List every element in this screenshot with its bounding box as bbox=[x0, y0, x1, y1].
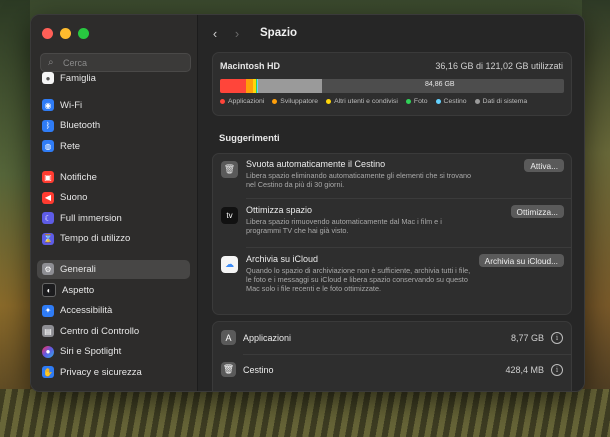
accessibility-icon: ✦ bbox=[42, 304, 54, 317]
trash-icon: 🗑 bbox=[221, 161, 238, 178]
legend-item: Cestino bbox=[435, 98, 467, 105]
legend-item: Dati di sistema bbox=[474, 98, 528, 105]
screen-time-icon: ⌛ bbox=[42, 232, 54, 245]
search-placeholder: Cerca bbox=[63, 57, 88, 68]
sidebar-item-privacy-sicurezza[interactable]: ✋ Privacy e sicurezza bbox=[31, 362, 197, 383]
wallpaper-left bbox=[0, 0, 30, 437]
zoom-button[interactable] bbox=[78, 28, 89, 39]
minimize-button[interactable] bbox=[60, 28, 71, 39]
legend-item: Altri utenti e condivisi bbox=[326, 98, 398, 105]
storage-segment-5 bbox=[258, 79, 323, 93]
wallpaper-right bbox=[582, 0, 610, 437]
sidebar-item-rete[interactable]: ◍ Rete bbox=[31, 136, 197, 157]
legend-dot bbox=[405, 99, 411, 104]
legend-dot bbox=[474, 99, 480, 104]
forward-button[interactable]: › bbox=[228, 26, 246, 41]
sidebar-item-accessibilita[interactable]: ✦ Accessibilità bbox=[31, 300, 197, 321]
disk-name: Macintosh HD bbox=[220, 61, 281, 71]
legend-item: Foto bbox=[405, 98, 428, 105]
notifications-icon: ▣ bbox=[42, 171, 54, 184]
legend-dot bbox=[220, 99, 225, 104]
sidebar-item-aspetto[interactable]: ◐ Aspetto bbox=[31, 280, 197, 301]
main-pane: ‹ › Spazio Macintosh HD 36,16 GB di 121,… bbox=[198, 15, 584, 391]
siri-icon: ● bbox=[42, 345, 54, 358]
window-controls bbox=[42, 28, 89, 39]
enable-button[interactable]: Attiva... bbox=[524, 159, 564, 172]
sidebar-item-generali[interactable]: ⚙ Generali bbox=[31, 259, 197, 280]
store-in-icloud-button[interactable]: Archivia su iCloud... bbox=[478, 254, 564, 267]
legend-label: Foto bbox=[413, 98, 428, 105]
legend-dot bbox=[272, 99, 278, 104]
info-icon[interactable]: i bbox=[551, 364, 563, 376]
icloud-icon: ☁ bbox=[221, 256, 238, 273]
storage-bar: 84,86 GB bbox=[220, 79, 564, 93]
suggestions-title: Suggerimenti bbox=[219, 133, 280, 144]
free-space-label: 84,86 GB bbox=[425, 81, 455, 88]
trash-icon: 🗑 bbox=[221, 362, 236, 377]
disk-card: Macintosh HD 36,16 GB di 121,02 GB utili… bbox=[212, 52, 572, 116]
sidebar-item-famiglia[interactable]: ● Famiglia bbox=[31, 71, 197, 85]
legend-label: Altri utenti e condivisi bbox=[334, 98, 398, 105]
sidebar-item-centro-di-controllo[interactable]: ▤ Centro di Controllo bbox=[31, 321, 197, 342]
sidebar-item-suono[interactable]: ◀ Suono bbox=[31, 187, 197, 208]
sound-icon: ◀ bbox=[42, 191, 54, 204]
storage-legend: Applicazioni Sviluppatore Altri utenti e c… bbox=[220, 98, 527, 105]
sidebar-item-full-immersion[interactable]: ☾ Full immersion bbox=[31, 208, 197, 229]
sidebar-item-notifiche[interactable]: ▣ Notifiche bbox=[31, 167, 197, 188]
search-input[interactable]: ⌕ Cerca bbox=[40, 53, 191, 72]
settings-window: ⌕ Cerca ● Famiglia ◉ Wi-Fi ᛒ Bluetooth ◍… bbox=[30, 14, 585, 392]
category-row-applicazioni[interactable]: A Applicazioni 8,77 GB i bbox=[213, 324, 571, 352]
sidebar-item-bluetooth[interactable]: ᛒ Bluetooth bbox=[31, 116, 197, 137]
close-button[interactable] bbox=[42, 28, 53, 39]
appearance-icon: ◐ bbox=[42, 283, 56, 298]
wallpaper-vineyard bbox=[0, 389, 610, 437]
toolbar: ‹ › Spazio bbox=[198, 15, 584, 51]
sidebar-list: ● Famiglia ◉ Wi-Fi ᛒ Bluetooth ◍ Rete ▣ … bbox=[31, 71, 197, 383]
categories-card: A Applicazioni 8,77 GB i 🗑 Cestino 428,4… bbox=[212, 321, 572, 391]
family-icon: ● bbox=[42, 72, 54, 84]
bluetooth-icon: ᛒ bbox=[42, 119, 54, 132]
legend-label: Cestino bbox=[443, 98, 467, 105]
search-icon: ⌕ bbox=[48, 57, 54, 68]
gear-icon: ⚙ bbox=[42, 263, 54, 276]
page-title: Spazio bbox=[260, 27, 298, 39]
legend-label: Sviluppatore bbox=[280, 98, 319, 105]
legend-label: Applicazioni bbox=[228, 98, 265, 105]
network-icon: ◍ bbox=[42, 140, 54, 153]
legend-item: Applicazioni bbox=[220, 98, 264, 105]
sidebar-item-tempo-di-utilizzo[interactable]: ⌛ Tempo di utilizzo bbox=[31, 229, 197, 250]
disk-usage: 36,16 GB di 121,02 GB utilizzati bbox=[435, 61, 563, 71]
control-center-icon: ▤ bbox=[42, 325, 54, 338]
back-button[interactable]: ‹ bbox=[206, 26, 224, 41]
suggestions-card: 🗑 Svuota automaticamente il Cestino Libe… bbox=[212, 153, 572, 315]
legend-dot bbox=[326, 99, 332, 104]
legend-dot bbox=[435, 99, 441, 104]
info-icon[interactable]: i bbox=[551, 332, 563, 344]
wifi-icon: ◉ bbox=[42, 99, 54, 112]
privacy-icon: ✋ bbox=[42, 366, 54, 379]
apple-tv-icon: tv bbox=[221, 207, 238, 224]
storage-segment-1 bbox=[245, 79, 254, 93]
sidebar-item-wifi[interactable]: ◉ Wi-Fi bbox=[31, 95, 197, 116]
sidebar-item-siri-spotlight[interactable]: ● Siri e Spotlight bbox=[31, 342, 197, 363]
optimize-button[interactable]: Ottimizza... bbox=[510, 205, 564, 218]
focus-icon: ☾ bbox=[42, 212, 54, 225]
legend-label: Dati di sistema bbox=[482, 98, 528, 105]
app-store-icon: A bbox=[221, 330, 236, 345]
legend-item: Sviluppatore bbox=[272, 98, 318, 105]
category-row-cestino[interactable]: 🗑 Cestino 428,4 MB i bbox=[213, 356, 571, 384]
sidebar: ⌕ Cerca ● Famiglia ◉ Wi-Fi ᛒ Bluetooth ◍… bbox=[31, 15, 198, 391]
storage-segment-0 bbox=[220, 79, 246, 93]
